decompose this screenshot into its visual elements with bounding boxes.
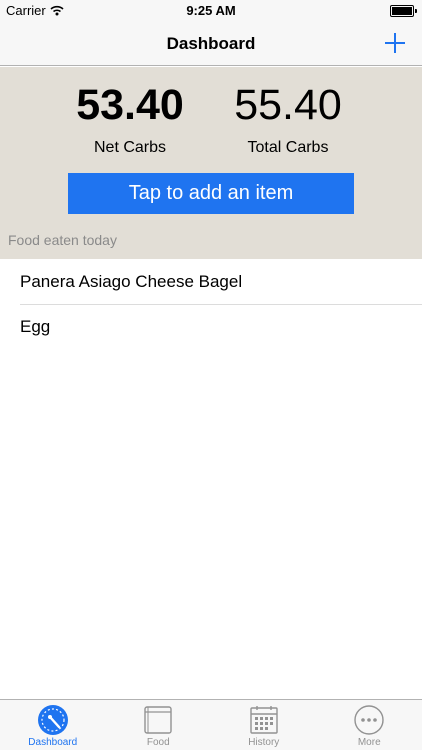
- more-icon: [354, 705, 384, 735]
- food-list: Panera Asiago Cheese Bagel Egg: [0, 259, 422, 349]
- calendar-icon: [250, 706, 278, 734]
- food-list-item[interactable]: Egg: [0, 304, 422, 349]
- net-carbs-stat: 53.40 Net Carbs: [40, 79, 220, 157]
- tab-label: More: [357, 737, 381, 748]
- navigation-bar: Dashboard: [0, 22, 422, 66]
- tab-more[interactable]: More: [317, 700, 422, 750]
- food-list-item[interactable]: Panera Asiago Cheese Bagel: [0, 259, 422, 304]
- total-carbs-stat: 55.40 Total Carbs: [198, 79, 378, 157]
- section-header: Food eaten today: [8, 232, 117, 248]
- tab-history[interactable]: History: [211, 700, 317, 750]
- plus-icon[interactable]: [382, 30, 408, 56]
- battery-icon: [390, 5, 417, 17]
- add-item-button[interactable]: Tap to add an item: [68, 173, 354, 214]
- tab-label: History: [248, 737, 280, 748]
- carb-summary-panel: 53.40 Net Carbs 55.40 Total Carbs Tap to…: [0, 67, 422, 259]
- tab-food[interactable]: Food: [106, 700, 212, 750]
- net-carbs-label: Net Carbs: [93, 139, 167, 156]
- page-title: Dashboard: [166, 34, 256, 53]
- tab-bar: Dashboard Food History More: [0, 699, 422, 750]
- net-carbs-value: 53.40: [76, 81, 184, 129]
- tab-label: Food: [146, 737, 170, 748]
- total-carbs-label: Total Carbs: [247, 139, 329, 156]
- tab-dashboard[interactable]: Dashboard: [0, 700, 106, 750]
- book-icon: [144, 706, 172, 734]
- status-time: 9:25 AM: [186, 3, 236, 18]
- gauge-icon: [37, 705, 68, 735]
- tab-label: Dashboard: [28, 737, 78, 748]
- status-bar: Carrier 9:25 AM: [0, 0, 422, 22]
- battery-fill: [392, 7, 412, 15]
- total-carbs-value: 55.40: [234, 81, 342, 129]
